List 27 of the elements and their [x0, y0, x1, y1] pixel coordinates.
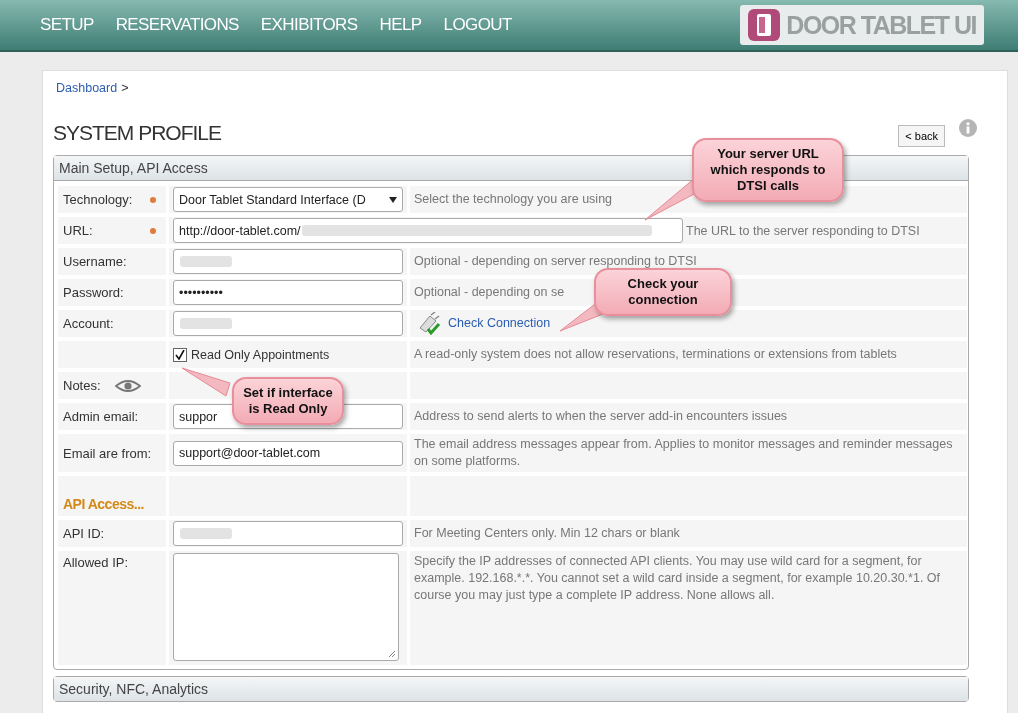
field-label: Admin email: — [63, 409, 139, 424]
callout-tooltip: Your server URL which responds to DTSI calls — [692, 138, 844, 202]
field-label: Account: — [63, 316, 114, 331]
breadcrumb-separator: > — [121, 81, 129, 95]
hint-text: Optional - depending on se — [414, 284, 565, 301]
field-label: Notes: — [63, 378, 101, 393]
checkbox-label: Read Only Appointments — [191, 347, 330, 362]
logo-text: DOOR TABLET UI — [786, 10, 976, 40]
hint-text: The URL to the server responding to DTSI — [686, 223, 920, 238]
hint-text: For Meeting Centers only. Min 12 chars or blank — [414, 525, 680, 542]
hint-text: The email address messages appear from. Applies to monitor messages and reminder messages on some platforms. — [414, 436, 954, 470]
field-label: URL: — [63, 223, 93, 238]
field-label: Technology: — [63, 192, 133, 207]
callout-tooltip: Check your connection — [594, 268, 732, 316]
field-label: API ID: — [63, 526, 105, 541]
callout-tooltip: Set if interface is Read Only — [232, 377, 344, 425]
field-label: Username: — [63, 254, 127, 269]
hint-text: Address to send alerts to when the server add-in encounters issues — [414, 408, 788, 425]
hint-text: A read-only system does not allow reservations, terminations or extensions from tablets — [414, 346, 897, 363]
subsection-heading: API Access... — [63, 496, 144, 512]
field-label: Password: — [63, 285, 124, 300]
field-label: Allowed IP: — [63, 555, 129, 570]
hint-text: Select the technology you are using — [414, 191, 613, 208]
hint-text: Optional - depending on server responding to DTSI — [414, 253, 697, 270]
hint-text: Specify the IP addresses of connected API clients. You may use wild card for a segment, for example. 192.168.*.*. You cannot set a wild card inside a segment, for example 10.20.30.*1. Of course you may just type a complete IP address. None allows all. — [414, 553, 942, 604]
page-title: SYSTEM PROFILE — [53, 121, 222, 145]
field-label: Email are from: — [63, 445, 152, 461]
